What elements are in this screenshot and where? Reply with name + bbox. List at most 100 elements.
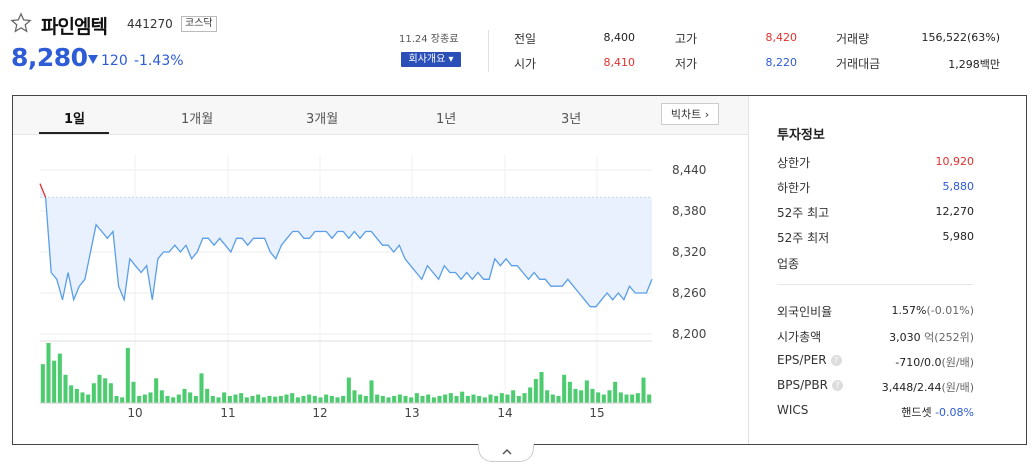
volume-bar (74, 388, 79, 403)
y-tick-label: 8,200 (672, 327, 706, 341)
volume-bar (239, 393, 244, 403)
volume-bar (499, 393, 504, 403)
volume-bar (210, 395, 215, 403)
volume-bar (363, 395, 368, 403)
volume-bar (205, 388, 210, 403)
volume-bar (335, 397, 340, 403)
upper-limit-value: 10,920 (935, 155, 975, 168)
volume-bar (284, 394, 289, 403)
volume-bar (312, 395, 317, 403)
volume-bar (613, 381, 618, 403)
volume-bar (256, 394, 261, 403)
volume-bar (165, 395, 170, 403)
collapse-chart-button[interactable] (478, 444, 534, 462)
volume-bar (131, 381, 136, 403)
volume-bar (273, 396, 278, 403)
volume-bar (182, 388, 187, 403)
volume-bar (290, 393, 295, 403)
market-cap-value: 3,030 억(252위) (889, 331, 974, 344)
volume-bar (307, 394, 312, 403)
volume-bar (346, 377, 351, 403)
volume-bar (567, 381, 572, 403)
eps-per-label: EPS/PER? (777, 353, 842, 367)
volume-bar (171, 397, 176, 403)
trade-amount-value: 1,298백만 (948, 58, 1000, 71)
volume-bar (216, 397, 221, 403)
help-icon[interactable]: ? (831, 380, 843, 391)
high-value: 8,420 (765, 31, 798, 44)
divider (777, 284, 973, 285)
volume-bar (137, 395, 142, 403)
volume-bar (318, 397, 323, 403)
y-tick-label: 8,380 (672, 204, 706, 218)
trade-amount-label: 거래대금 (836, 57, 881, 71)
volume-bar (386, 397, 391, 403)
volume-bar (545, 390, 550, 403)
52w-low-label: 52주 최저 (777, 231, 830, 245)
lower-limit-value: 5,880 (942, 180, 975, 193)
volume-bar (97, 374, 102, 403)
lower-limit-label: 하한가 (777, 181, 811, 195)
volume-bar (550, 394, 555, 403)
volume-bar (624, 394, 629, 403)
volume-bar (329, 395, 334, 403)
foreign-ratio-value: 1.57%(-0.01%) (891, 304, 974, 317)
volume-bar (409, 397, 414, 403)
volume-bar (647, 394, 652, 403)
volume-bar (369, 380, 374, 403)
volume-bar (454, 395, 459, 403)
x-tick-label: 12 (312, 406, 327, 420)
foreign-ratio-label: 외국인비율 (777, 305, 833, 319)
volume-bar (556, 395, 561, 403)
volume-bar (590, 388, 595, 403)
volume-bar (584, 380, 589, 403)
volume-bar (159, 390, 164, 403)
volume-bar (511, 390, 516, 403)
volume-bar (460, 391, 465, 403)
wics-value[interactable]: 핸드셋 -0.08% (901, 404, 974, 420)
volume-bar (437, 395, 442, 403)
volume-bar (539, 371, 544, 403)
volume-bar (278, 395, 283, 403)
bps-pbr-label: BPS/PBR? (777, 378, 843, 392)
price-chart[interactable]: 8,440 8,380 8,320 8,260 8,200 10 11 12 13 14 15 (0, 0, 750, 440)
volume-bar (494, 395, 499, 403)
volume-bar (573, 388, 578, 403)
help-icon[interactable]: ? (830, 355, 842, 366)
volume-bar (352, 390, 357, 403)
volume-bar (431, 397, 436, 403)
volume-bar (403, 395, 408, 403)
volume-bar (380, 395, 385, 403)
volume-bar (227, 395, 232, 403)
upper-limit-label: 상한가 (777, 156, 811, 170)
volume-bar (607, 390, 612, 403)
volume-bar (108, 383, 113, 403)
volume-bar (86, 394, 91, 403)
volume-bar (63, 374, 68, 403)
52w-high-label: 52주 최고 (777, 206, 830, 220)
volume-bar (154, 378, 159, 403)
volume-bar (188, 392, 193, 403)
volume-bar (244, 397, 249, 403)
volume-bar (46, 343, 51, 403)
chevron-up-icon (502, 448, 512, 455)
volume-bar (397, 394, 402, 403)
invest-info-title: 투자정보 (777, 128, 825, 143)
volume-bar (199, 373, 204, 403)
y-tick-label: 8,440 (672, 163, 706, 177)
volume-value: 156,522(63%) (921, 31, 1000, 44)
volume-bar (120, 397, 125, 403)
volume-bar (477, 395, 482, 403)
x-tick-label: 13 (404, 406, 419, 420)
volume-bar (630, 394, 635, 403)
volume-bar (426, 394, 431, 403)
volume-bar (114, 395, 119, 403)
volume-bar (618, 392, 623, 403)
volume-bar (392, 395, 397, 403)
volume-bar (414, 393, 419, 403)
volume-bar (222, 392, 227, 403)
volume-bar (448, 393, 453, 403)
volume-bar (69, 385, 74, 403)
bps-pbr-value: 3,448/2.44(원/배) (881, 381, 974, 394)
wics-label: WICS (777, 403, 809, 417)
